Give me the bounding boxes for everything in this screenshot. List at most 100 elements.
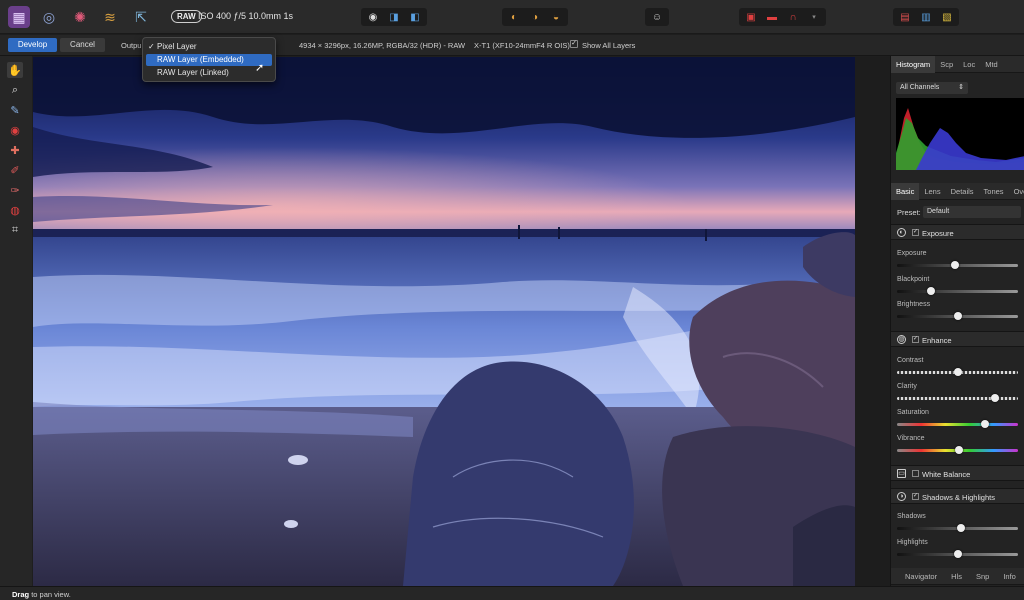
mouse-cursor-icon: ➚ — [255, 62, 265, 74]
snapping-center-icon[interactable]: ▥ — [917, 10, 935, 24]
tab-tones[interactable]: Tones — [979, 183, 1009, 200]
chevron-down-icon: ⇕ — [958, 84, 964, 91]
lens-info: X-T1 (XF10-24mmF4 R OIS) — [474, 41, 570, 50]
shadows-highlights-section-header[interactable]: ◑ ✓ Shadows & Highlights — [891, 488, 1024, 504]
chevron-down-icon[interactable]: ▾ — [805, 10, 823, 24]
split-view-icon[interactable]: ◨ — [385, 10, 403, 24]
shadows-highlights-enable-checkbox[interactable]: ✓ — [912, 493, 919, 500]
overlay-erase-tool-icon[interactable]: ✑ — [7, 182, 23, 198]
brightness-slider[interactable] — [897, 312, 1018, 320]
white-balance-section-header[interactable]: ▭ White Balance — [891, 465, 1024, 481]
tab-lens[interactable]: Lens — [919, 183, 945, 200]
highlights-slider[interactable] — [897, 550, 1018, 558]
tab-hsl[interactable]: Hls — [944, 568, 969, 585]
tab-basic[interactable]: Basic — [891, 182, 920, 200]
tab-histogram[interactable]: Histogram — [891, 56, 936, 73]
show-all-layers-checkbox[interactable]: ✓ — [570, 40, 578, 48]
snapping-left-icon[interactable]: ▤ — [896, 10, 914, 24]
enhance-section-header[interactable]: ◍ ✓ Enhance — [891, 331, 1024, 347]
slider-knob[interactable] — [957, 524, 966, 532]
shadows-slider-label: Shadows — [897, 513, 926, 520]
overlay-paint-tool-icon[interactable]: ✐ — [7, 162, 23, 178]
tab-details[interactable]: Details — [946, 183, 979, 200]
channels-select-value: All Channels — [900, 84, 940, 91]
assistant-icon[interactable]: ☺ — [648, 10, 666, 24]
contrast-slider[interactable] — [897, 368, 1018, 376]
hand-tool-icon[interactable]: ✋ — [7, 62, 23, 78]
tone-mapping-persona-icon[interactable]: ≋ — [99, 6, 121, 28]
zoom-tool-icon[interactable]: ⌕ — [7, 82, 23, 98]
blackpoint-slider[interactable] — [897, 287, 1018, 295]
eye-icon[interactable]: ◉ — [364, 10, 382, 24]
white-balance-enable-checkbox[interactable] — [912, 470, 919, 477]
cancel-button[interactable]: Cancel — [60, 38, 105, 52]
mirror-view-icon[interactable]: ◧ — [406, 10, 424, 24]
output-dropdown-menu: ✓ Pixel Layer RAW Layer (Embedded) RAW L… — [142, 37, 276, 82]
status-bar: Drag to pan view. — [0, 586, 1024, 600]
panel-tabs-top: Histogram Scp Loc Mtd — [891, 56, 1024, 73]
slider-knob[interactable] — [926, 287, 935, 295]
mask-tool-group: ▣ ▬ ∩ ▾ — [739, 8, 826, 26]
tab-overlays[interactable]: Ove — [1009, 183, 1024, 200]
tab-navigator[interactable]: Navigator — [891, 568, 944, 585]
contrast-slider-label: Contrast — [897, 357, 924, 364]
enhance-icon: ◍ — [897, 335, 906, 344]
tab-metadata[interactable]: Mtd — [980, 56, 1003, 73]
red-eye-tool-icon[interactable]: ◉ — [7, 122, 23, 138]
slider-knob[interactable] — [953, 368, 962, 376]
clarity-slider[interactable] — [897, 394, 1018, 402]
slider-knob[interactable] — [953, 550, 962, 558]
dropdown-item-raw-embedded[interactable]: RAW Layer (Embedded) — [146, 54, 272, 66]
overlay-gradient-tool-icon[interactable]: ◍ — [7, 202, 23, 218]
clarity-slider-label: Clarity — [897, 383, 917, 390]
export-persona-icon[interactable]: ⇱ — [130, 6, 152, 28]
develop-persona-icon[interactable]: ✺ — [69, 6, 91, 28]
slider-knob[interactable] — [954, 446, 963, 454]
shadows-slider[interactable] — [897, 524, 1018, 532]
slider-knob[interactable] — [981, 420, 990, 428]
tab-scope[interactable]: Scp — [935, 56, 958, 73]
mask-overlay-icon[interactable]: ▬ — [763, 10, 781, 24]
dropdown-item-raw-linked[interactable]: RAW Layer (Linked) — [146, 67, 272, 79]
exposure-slider[interactable] — [897, 261, 1018, 269]
blemish-tool-icon[interactable]: ✚ — [7, 142, 23, 158]
clipped-tones-icon[interactable]: ◒ — [547, 10, 565, 24]
white-balance-icon: ▭ — [897, 469, 906, 478]
enhance-section-title: Enhance — [922, 336, 952, 345]
exposure-section-header[interactable]: ◐ ✓ Exposure — [891, 224, 1024, 240]
develop-button[interactable]: Develop — [8, 38, 57, 52]
preset-select[interactable]: Default — [923, 206, 1021, 218]
status-hint: Drag to pan view. — [12, 590, 71, 599]
quick-mask-icon[interactable]: ▣ — [742, 10, 760, 24]
dropdown-item-pixel-layer[interactable]: ✓ Pixel Layer — [146, 41, 272, 53]
studio-panel: Histogram Scp Loc Mtd All Channels ⇕ Bas… — [890, 56, 1024, 586]
preset-label: Preset: — [897, 208, 921, 217]
exposure-enable-checkbox[interactable]: ✓ — [912, 229, 919, 236]
tools-panel: ✋ ⌕ ✎ ◉ ✚ ✐ ✑ ◍ ⌗ — [0, 56, 32, 586]
slider-knob[interactable] — [951, 261, 960, 269]
snapping-right-icon[interactable]: ▧ — [938, 10, 956, 24]
slider-knob[interactable] — [991, 394, 999, 402]
image-canvas[interactable] — [33, 57, 855, 586]
slider-knob[interactable] — [953, 312, 962, 320]
exposure-slider-label: Exposure — [897, 250, 927, 257]
magnet-icon[interactable]: ∩ — [784, 10, 802, 24]
channels-select[interactable]: All Channels ⇕ — [896, 82, 968, 94]
canvas-margin — [855, 57, 890, 586]
crop-tool-icon[interactable]: ⌗ — [7, 222, 23, 238]
dropdown-item-label: RAW Layer (Embedded) — [157, 55, 244, 64]
clipped-shadows-icon[interactable]: ◑ — [526, 10, 544, 24]
white-balance-tool-icon[interactable]: ✎ — [7, 102, 23, 118]
photo-persona-icon[interactable]: ▦ — [8, 6, 30, 28]
tab-info[interactable]: Info — [996, 568, 1023, 585]
saturation-slider[interactable] — [897, 420, 1018, 428]
tab-snapshots[interactable]: Snp — [969, 568, 996, 585]
clipped-highlights-icon[interactable]: ◐ — [505, 10, 523, 24]
liquify-persona-icon[interactable]: ◎ — [38, 6, 60, 28]
tab-location[interactable]: Loc — [958, 56, 980, 73]
histogram-chart — [896, 98, 1024, 170]
panel-tabs-bottom: Navigator Hls Snp Info — [891, 568, 1024, 585]
arrange-tool-group: ▤ ▥ ▧ — [893, 8, 959, 26]
enhance-enable-checkbox[interactable]: ✓ — [912, 336, 919, 343]
vibrance-slider[interactable] — [897, 446, 1018, 454]
